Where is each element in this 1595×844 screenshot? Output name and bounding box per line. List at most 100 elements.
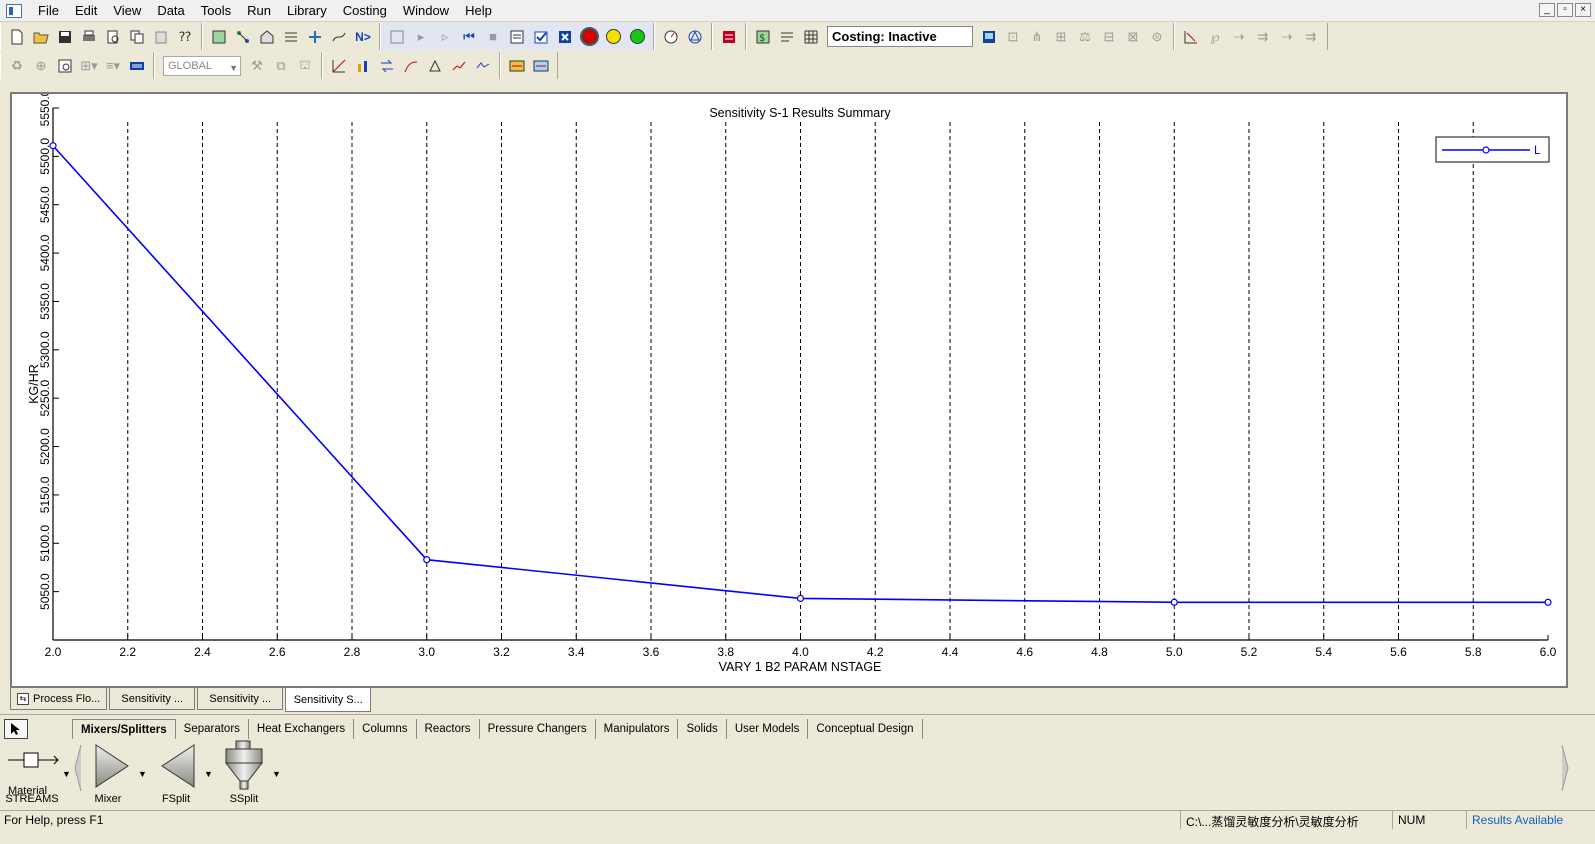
cost-equip-icon[interactable]: ⊟ xyxy=(1098,26,1120,48)
plot-line2-icon[interactable] xyxy=(472,55,494,77)
print-preview-icon[interactable] xyxy=(102,26,124,48)
new-file-icon[interactable] xyxy=(6,26,28,48)
status-results-available[interactable]: Results Available xyxy=(1472,813,1563,827)
tab-columns[interactable]: Columns xyxy=(354,719,417,739)
copy-icon[interactable] xyxy=(126,26,148,48)
tab-process-flowsheet[interactable]: ⇆ Process Flo... xyxy=(10,688,108,710)
cost-sheet-icon[interactable]: $ xyxy=(752,26,774,48)
select-mode-button[interactable] xyxy=(4,719,28,739)
cost-balance-icon[interactable]: ⚖ xyxy=(1074,26,1096,48)
reinitialize-icon[interactable]: ⏮ xyxy=(458,26,480,48)
chevron-down-icon[interactable]: ▼ xyxy=(272,769,281,779)
minimize-button[interactable]: _ xyxy=(1539,3,1555,17)
context-help-icon[interactable]: ⁇ xyxy=(174,26,196,48)
cost-grid-icon[interactable] xyxy=(800,26,822,48)
tab-user-models[interactable]: User Models xyxy=(727,719,809,739)
close-results-icon[interactable] xyxy=(554,26,576,48)
open-folder-icon[interactable] xyxy=(30,26,52,48)
setup-icon[interactable] xyxy=(256,26,278,48)
energy-analysis-icon[interactable] xyxy=(1180,26,1202,48)
tab-conceptual-design[interactable]: Conceptual Design xyxy=(808,719,923,739)
tab-sensitivity-2[interactable]: Sensitivity ... xyxy=(197,688,284,710)
energy-arrow2-icon[interactable]: ⇉ xyxy=(1252,26,1274,48)
menu-edit[interactable]: Edit xyxy=(67,0,105,22)
global-move-icon[interactable]: ⚒ xyxy=(246,55,268,77)
plot-flow-icon[interactable] xyxy=(376,55,398,77)
section-keyboard-icon[interactable] xyxy=(126,55,148,77)
global-stamp-icon[interactable]: ⛫ xyxy=(294,55,316,77)
status-red-icon[interactable] xyxy=(578,26,600,48)
cost-detail-icon[interactable]: ⊠ xyxy=(1122,26,1144,48)
streams-icon[interactable] xyxy=(328,26,350,48)
status-green-icon[interactable] xyxy=(626,26,648,48)
cost-report-icon[interactable] xyxy=(978,26,1000,48)
section-align-icon[interactable]: ≡▾ xyxy=(102,55,124,77)
chevron-down-icon[interactable]: ▼ xyxy=(204,769,213,779)
costing-status-box[interactable]: Costing: Inactive xyxy=(827,26,973,47)
next-icon[interactable]: N> xyxy=(352,26,374,48)
section-view-icon[interactable] xyxy=(54,55,76,77)
run-icon[interactable]: ▸ xyxy=(410,26,432,48)
cost-link-icon[interactable]: ⋔ xyxy=(1026,26,1048,48)
control-panel-icon[interactable] xyxy=(386,26,408,48)
fsplit-model-item[interactable]: ▼ FSplit xyxy=(156,741,216,807)
menu-costing[interactable]: Costing xyxy=(335,0,395,22)
app-icon[interactable] xyxy=(6,3,22,18)
status-yellow-icon[interactable] xyxy=(602,26,624,48)
print-icon[interactable] xyxy=(78,26,100,48)
model-window2-icon[interactable] xyxy=(530,55,552,77)
ssplit-model-item[interactable]: ▼ SSplit xyxy=(220,740,281,807)
mixer-model-item[interactable]: ▼ Mixer xyxy=(88,741,148,807)
data-browser-icon[interactable] xyxy=(208,26,230,48)
model-window-icon[interactable] xyxy=(506,55,528,77)
energy-arrow1-icon[interactable]: ⇢ xyxy=(1228,26,1250,48)
menu-run[interactable]: Run xyxy=(239,0,279,22)
chevron-down-icon[interactable]: ▼ xyxy=(62,769,71,779)
cost-map-icon[interactable]: ⊡ xyxy=(1002,26,1024,48)
menu-tools[interactable]: Tools xyxy=(193,0,239,22)
gauge-icon[interactable] xyxy=(660,26,682,48)
plot-stage-icon[interactable] xyxy=(328,55,350,77)
menu-library[interactable]: Library xyxy=(279,0,335,22)
global-section-select[interactable]: GLOBAL ▼ xyxy=(163,55,241,76)
plot-line-icon[interactable] xyxy=(448,55,470,77)
tab-sensitivity-1[interactable]: Sensitivity ... xyxy=(109,688,196,710)
cost-money-icon[interactable]: ⊜ xyxy=(1146,26,1168,48)
menu-data[interactable]: Data xyxy=(149,0,192,22)
paste-icon[interactable] xyxy=(150,26,172,48)
section-reconcile-icon[interactable]: ♻ xyxy=(6,55,28,77)
energy-arrow4-icon[interactable]: ⇉ xyxy=(1300,26,1322,48)
tab-manipulators[interactable]: Manipulators xyxy=(596,719,679,739)
menu-help[interactable]: Help xyxy=(457,0,500,22)
save-icon[interactable] xyxy=(54,26,76,48)
restore-button[interactable]: ▫ xyxy=(1557,3,1573,17)
connect-streams-icon[interactable] xyxy=(232,26,254,48)
material-stream-item[interactable]: Material STREAMS ▼ xyxy=(4,741,71,807)
menu-view[interactable]: View xyxy=(105,0,149,22)
tab-pressure-changers[interactable]: Pressure Changers xyxy=(480,719,596,739)
energy-pv-icon[interactable]: ℘ xyxy=(1204,26,1226,48)
menu-file[interactable]: File xyxy=(30,0,67,22)
menu-window[interactable]: Window xyxy=(395,0,457,22)
step-icon[interactable]: ▹ xyxy=(434,26,456,48)
plot-curve-icon[interactable] xyxy=(400,55,422,77)
results-icon[interactable] xyxy=(506,26,528,48)
check-results-icon[interactable] xyxy=(530,26,552,48)
scroll-left-icon[interactable] xyxy=(74,743,82,793)
stop-icon[interactable]: ■ xyxy=(482,26,504,48)
global-copy-icon[interactable]: ⧉ xyxy=(270,55,292,77)
plot-bars-icon[interactable] xyxy=(352,55,374,77)
components-icon[interactable] xyxy=(280,26,302,48)
section-lock-icon[interactable]: ⊕ xyxy=(30,55,52,77)
tab-solids[interactable]: Solids xyxy=(678,719,727,739)
section-layout-icon[interactable]: ⊞▾ xyxy=(78,55,100,77)
tab-sensitivity-plot[interactable]: Sensitivity S... xyxy=(285,688,372,712)
scroll-right-icon[interactable] xyxy=(1561,743,1569,793)
idea-icon[interactable] xyxy=(718,26,740,48)
plot-triangle-icon[interactable] xyxy=(424,55,446,77)
tab-separators[interactable]: Separators xyxy=(176,719,249,739)
polymer-icon[interactable] xyxy=(684,26,706,48)
tab-reactors[interactable]: Reactors xyxy=(417,719,480,739)
cost-evaluate-icon[interactable] xyxy=(776,26,798,48)
tab-heat-exchangers[interactable]: Heat Exchangers xyxy=(249,719,355,739)
